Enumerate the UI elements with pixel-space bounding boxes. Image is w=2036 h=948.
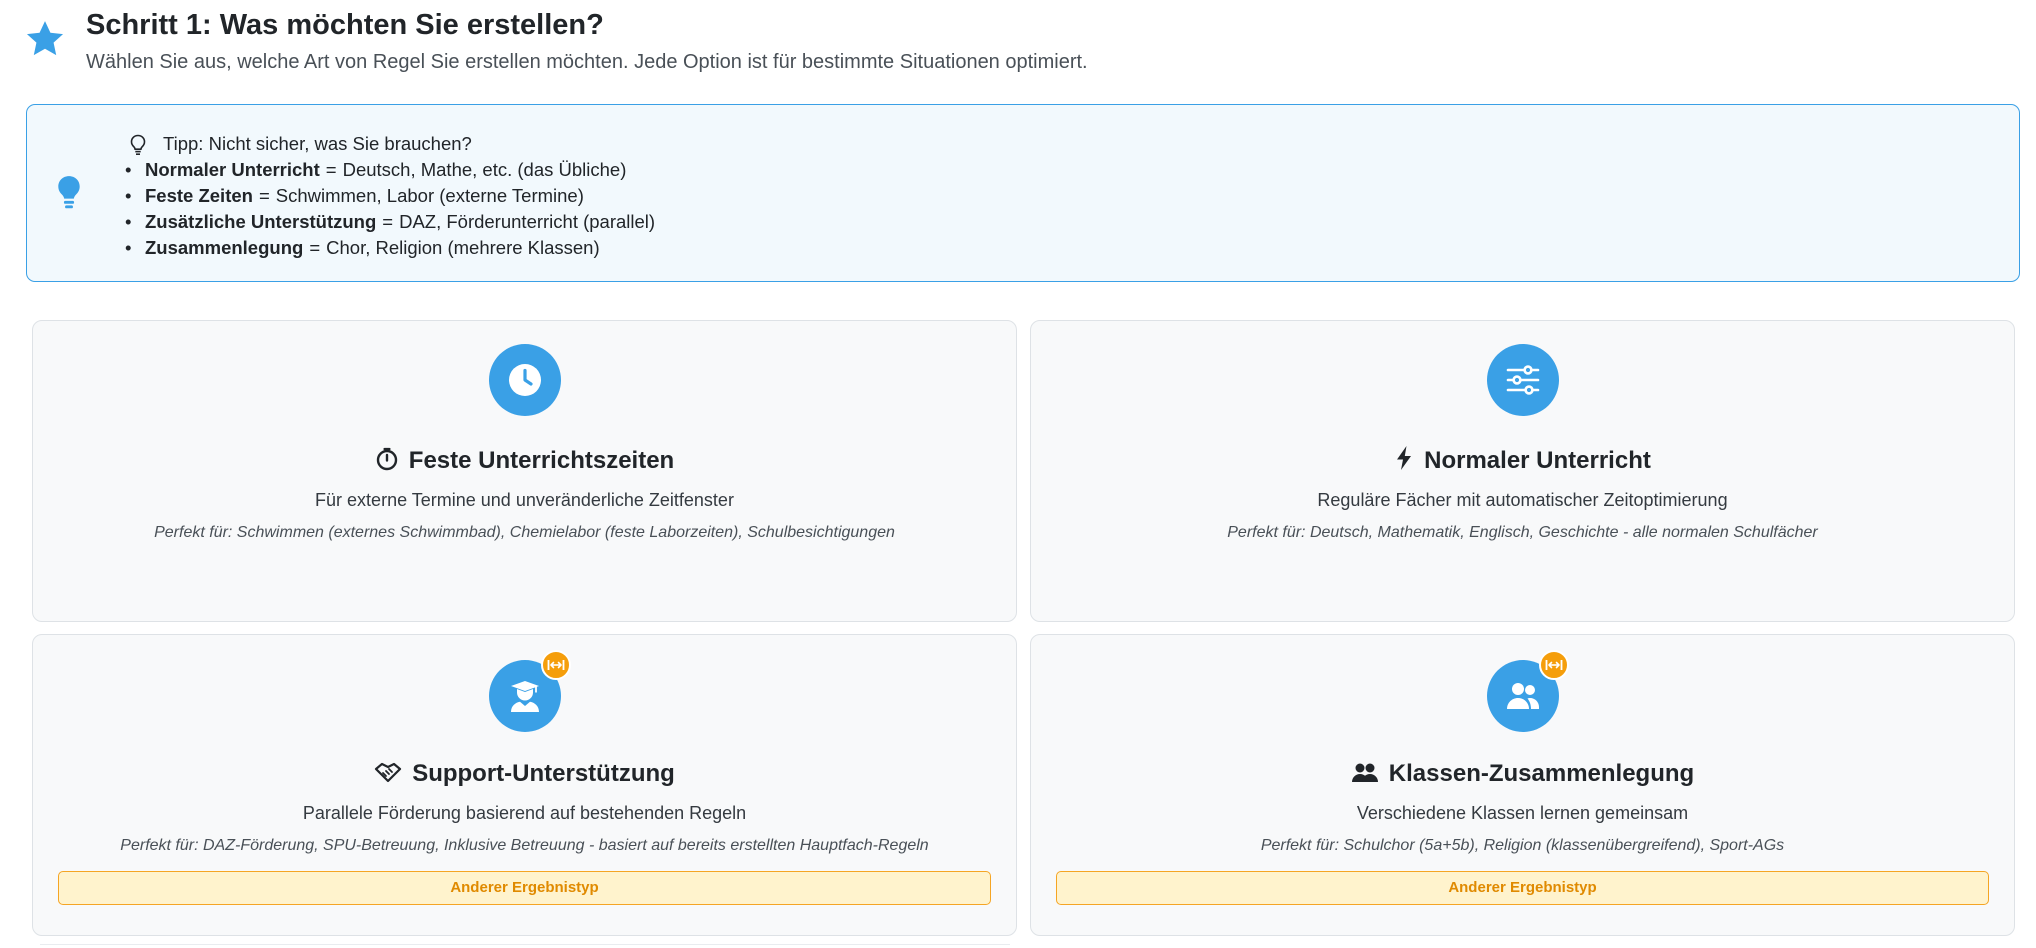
star-icon: [26, 21, 64, 56]
tip-box: Tipp: Nicht sicher, was Sie brauchen? No…: [26, 104, 2020, 282]
different-result-badge: [1538, 650, 1569, 680]
card-title: Support-Unterstützung: [33, 758, 1016, 790]
stopwatch-icon: [376, 447, 397, 471]
tip-term: Zusammenlegung: [145, 237, 304, 258]
card-example: Perfekt für: Schulchor (5a+5b), Religion…: [1260, 837, 1785, 854]
card-description: Verschiedene Klassen lernen gemeinsam: [1356, 803, 1689, 823]
tip-list: Normaler Unterricht=Deutsch, Mathe, etc.…: [99, 157, 655, 261]
lightning-icon: [1397, 446, 1412, 470]
option-card-class-merge[interactable]: Klassen-Zusammenlegung Verschiedene Klas…: [1030, 634, 2015, 936]
page-subtitle: Wählen Sie aus, welche Art von Regel Sie…: [86, 51, 1088, 73]
divider: [40, 944, 1010, 945]
tip-item: Zusammenlegung=Chor, Religion (mehrere K…: [99, 235, 655, 261]
result-type-tag: Anderer Ergebnistyp: [58, 871, 991, 905]
lightbulb-icon: [58, 176, 80, 209]
result-type-tag: Anderer Ergebnistyp: [1056, 871, 1989, 905]
card-icon-circle: [488, 344, 561, 416]
page-title: Schritt 1: Was möchten Sie erstellen?: [86, 9, 604, 41]
card-title: Feste Unterrichtszeiten: [33, 445, 1016, 477]
card-description: Reguläre Fächer mit automatischer Zeitop…: [1317, 490, 1728, 510]
tip-prefix: Tipp:: [163, 133, 204, 154]
tip-text: DAZ, Förderunterricht (parallel): [399, 211, 656, 232]
people-icon: [1351, 763, 1378, 782]
tip-item: Feste Zeiten=Schwimmen, Labor (externe T…: [99, 183, 655, 209]
handshake-icon: [375, 762, 402, 783]
card-example: Perfekt für: Schwimmen (externes Schwimm…: [154, 524, 895, 541]
tip-item: Zusätzliche Unterstützung=DAZ, Förderunt…: [99, 209, 655, 235]
option-card-normal-lessons[interactable]: Normaler Unterricht Reguläre Fächer mit …: [1030, 320, 2015, 622]
lightbulb-outline-icon: [130, 134, 146, 156]
card-example: Perfekt für: DAZ-Förderung, SPU-Betreuun…: [120, 837, 929, 854]
card-title: Klassen-Zusammenlegung: [1031, 758, 2014, 790]
card-icon-circle: [1486, 344, 1559, 416]
tip-title: Tipp: Nicht sicher, was Sie brauchen?: [99, 131, 655, 157]
arrows-horizontal-icon: [1545, 660, 1562, 670]
tip-text: Chor, Religion (mehrere Klassen): [326, 237, 600, 258]
card-example: Perfekt für: Deutsch, Mathematik, Englis…: [1227, 524, 1818, 541]
tip-text: Schwimmen, Labor (externe Termine): [275, 185, 584, 206]
card-title: Normaler Unterricht: [1031, 445, 2014, 477]
clock-icon: [508, 364, 541, 396]
teacher-icon: [510, 681, 539, 712]
arrows-horizontal-icon: [547, 660, 564, 670]
tip-content: Tipp: Nicht sicher, was Sie brauchen? No…: [99, 131, 655, 261]
option-card-support[interactable]: Support-Unterstützung Parallele Förderun…: [32, 634, 1017, 936]
tip-term: Feste Zeiten: [145, 185, 253, 206]
card-description: Für externe Termine und unveränderliche …: [315, 490, 734, 510]
step-header: Schritt 1: Was möchten Sie erstellen? Wä…: [24, 4, 2014, 80]
users-icon: [1506, 683, 1539, 709]
tip-question: Nicht sicher, was Sie brauchen?: [208, 133, 472, 154]
card-description: Parallele Förderung basierend auf besteh…: [302, 803, 747, 823]
different-result-badge: [540, 650, 571, 680]
tip-term: Zusätzliche Unterstützung: [145, 211, 377, 232]
option-card-fixed-times[interactable]: Feste Unterrichtszeiten Für externe Term…: [32, 320, 1017, 622]
tip-item: Normaler Unterricht=Deutsch, Mathe, etc.…: [99, 157, 655, 183]
tip-term: Normaler Unterricht: [145, 159, 320, 180]
sliders-icon: [1506, 365, 1539, 395]
tip-text: Deutsch, Mathe, etc. (das Übliche): [342, 159, 627, 180]
